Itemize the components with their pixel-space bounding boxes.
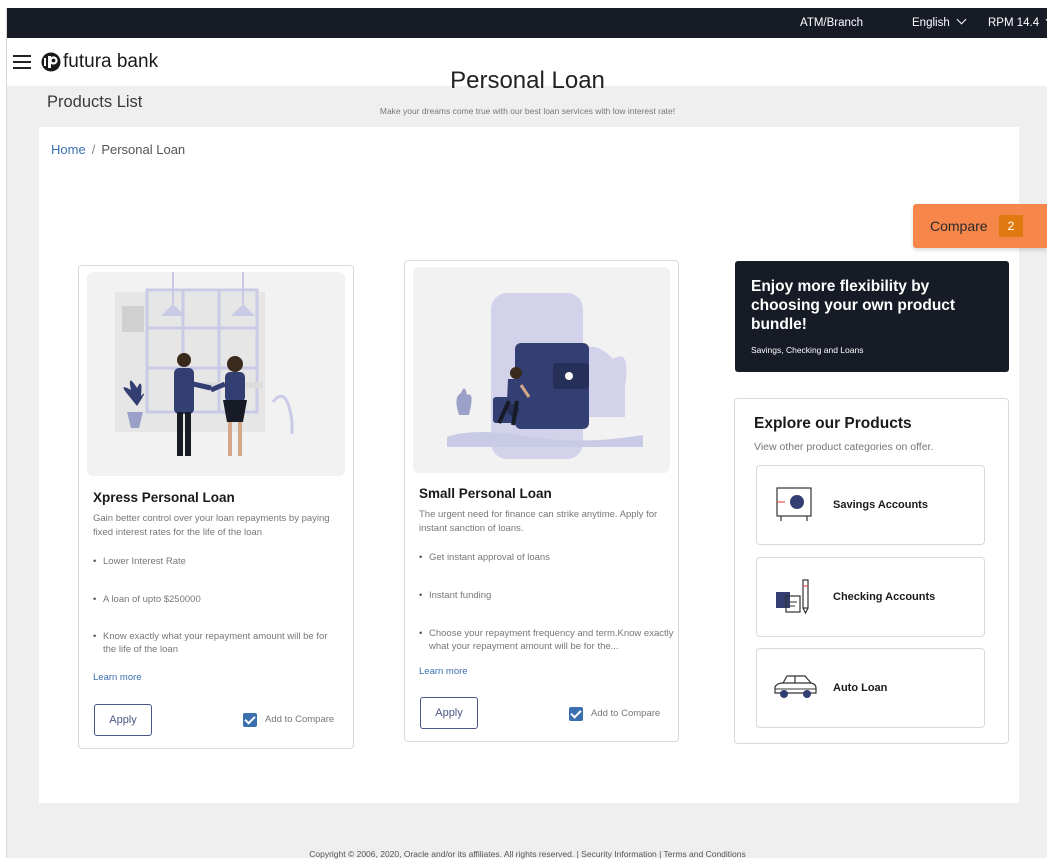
product-card-xpress: Xpress Personal Loan Gain better control… — [78, 265, 354, 749]
app-frame: ATM/Branch English RPM 14.4 futura bank … — [6, 8, 1047, 859]
user-label: RPM 14.4 — [988, 17, 1040, 29]
atm-branch-link[interactable]: ATM/Branch — [800, 17, 863, 29]
product-title: Xpress Personal Loan — [93, 490, 235, 505]
language-label: English — [912, 17, 950, 29]
bundle-promo-banner[interactable]: Enjoy more flexibility by choosing your … — [735, 261, 1009, 372]
category-label: Auto Loan — [833, 682, 888, 694]
apply-button[interactable]: Apply — [420, 697, 478, 729]
language-selector[interactable]: English — [912, 14, 967, 29]
category-label: Savings Accounts — [833, 499, 928, 511]
breadcrumb-current: Personal Loan — [101, 142, 186, 157]
product-feature: Get instant approval of loans — [419, 551, 669, 564]
compare-label: Compare — [930, 218, 988, 234]
add-to-compare-label[interactable]: Add to Compare — [591, 708, 660, 719]
explore-subtitle: View other product categories on offer. — [754, 441, 934, 453]
product-feature: Choose your repayment frequency and term… — [419, 627, 675, 653]
promo-subtitle: Savings, Checking and Loans — [751, 345, 864, 355]
product-feature: A loan of upto $250000 — [93, 593, 343, 606]
apply-button[interactable]: Apply — [94, 704, 152, 736]
product-title: Small Personal Loan — [419, 486, 552, 501]
explore-products-panel: Explore our Products View other product … — [734, 398, 1009, 744]
category-label: Checking Accounts — [833, 591, 936, 603]
category-auto-loan[interactable]: Auto Loan — [756, 648, 985, 728]
user-menu[interactable]: RPM 14.4 — [988, 14, 1047, 29]
top-bar: ATM/Branch English RPM 14.4 — [7, 8, 1047, 38]
car-icon — [774, 675, 817, 698]
hero-title: Personal Loan — [450, 67, 605, 94]
cheque-icon — [776, 579, 809, 615]
safe-icon — [776, 487, 812, 521]
hero-subtitle: Make your dreams come true with our best… — [379, 106, 676, 116]
promo-title: Enjoy more flexibility by choosing your … — [751, 278, 956, 333]
breadcrumb: Home / Personal Loan — [51, 142, 185, 157]
product-card-small: Small Personal Loan The urgent need for … — [404, 260, 679, 742]
product-feature: Lower Interest Rate — [93, 555, 343, 568]
chevron-down-icon — [956, 14, 967, 25]
breadcrumb-separator: / — [91, 142, 96, 157]
learn-more-link[interactable]: Learn more — [93, 672, 142, 683]
explore-title: Explore our Products — [754, 415, 912, 432]
compare-button[interactable]: Compare 2 — [913, 204, 1047, 248]
add-to-compare-label[interactable]: Add to Compare — [265, 714, 334, 725]
product-description: The urgent need for finance can strike a… — [419, 509, 658, 534]
xpress-loan-illustration — [87, 272, 345, 476]
add-to-compare-checkbox[interactable] — [569, 707, 583, 721]
breadcrumb-home-link[interactable]: Home — [51, 142, 86, 157]
category-checking-accounts[interactable]: Checking Accounts — [756, 557, 985, 637]
add-to-compare-checkbox[interactable] — [243, 713, 257, 727]
learn-more-link[interactable]: Learn more — [419, 666, 468, 677]
product-feature: Know exactly what your repayment amount … — [93, 630, 343, 656]
product-feature: Instant funding — [419, 589, 669, 602]
category-savings-accounts[interactable]: Savings Accounts — [756, 465, 985, 545]
small-loan-illustration — [413, 267, 670, 473]
product-description: Gain better control over your loan repay… — [93, 513, 330, 538]
compare-count-badge: 2 — [999, 215, 1023, 237]
